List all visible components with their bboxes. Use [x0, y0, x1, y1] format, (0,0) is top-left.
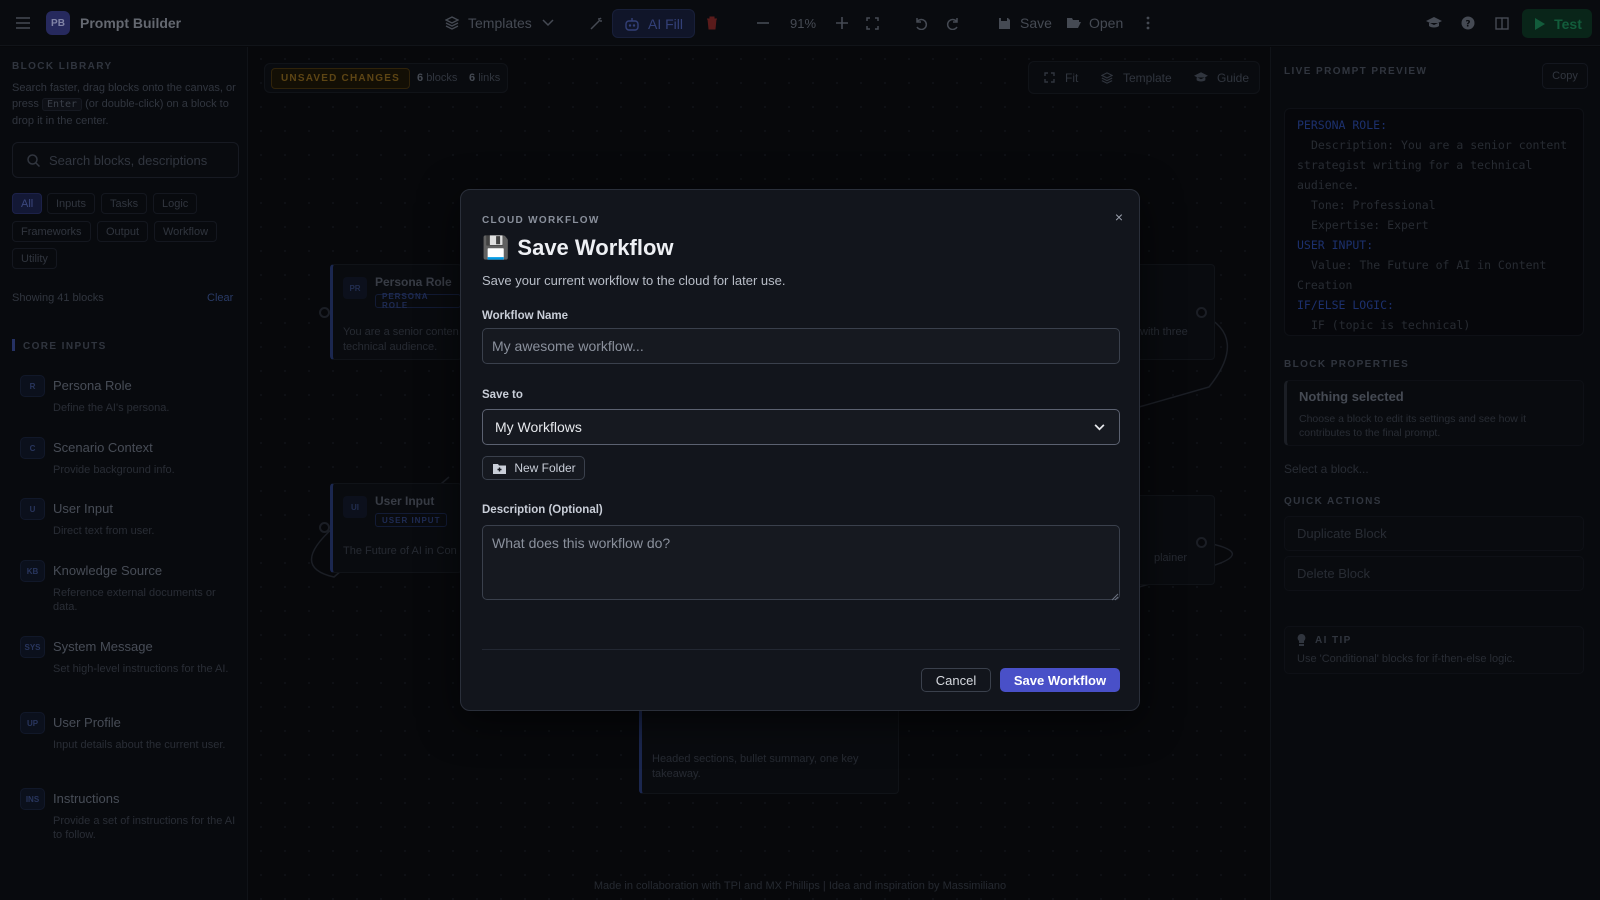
description-label: Description (Optional)	[482, 504, 603, 516]
workflow-name-input[interactable]	[482, 328, 1120, 364]
folder-plus-icon	[491, 460, 507, 476]
save-workflow-button[interactable]: Save Workflow	[1000, 668, 1120, 692]
modal-eyebrow: CLOUD WORKFLOW	[482, 215, 600, 226]
new-folder-label: New Folder	[514, 461, 576, 475]
floppy-disk-icon: 💾	[482, 235, 510, 260]
chevron-down-icon	[1091, 419, 1107, 435]
workflow-name-label: Workflow Name	[482, 310, 569, 322]
save-workflow-modal: CLOUD WORKFLOW × 💾 Save Workflow Save yo…	[460, 189, 1140, 711]
modal-title: 💾 Save Workflow	[482, 235, 674, 261]
save-to-value: My Workflows	[495, 419, 582, 435]
save-to-select[interactable]: My Workflows	[482, 409, 1120, 445]
modal-subtitle: Save your current workflow to the cloud …	[482, 273, 786, 288]
modal-title-text: Save Workflow	[517, 235, 674, 260]
modal-divider	[482, 649, 1120, 650]
cancel-button[interactable]: Cancel	[921, 668, 991, 692]
close-icon[interactable]: ×	[1109, 207, 1129, 227]
save-to-label: Save to	[482, 389, 523, 401]
new-folder-button[interactable]: New Folder	[482, 456, 585, 480]
description-textarea[interactable]	[482, 525, 1120, 600]
resize-grip[interactable]	[1109, 589, 1119, 601]
